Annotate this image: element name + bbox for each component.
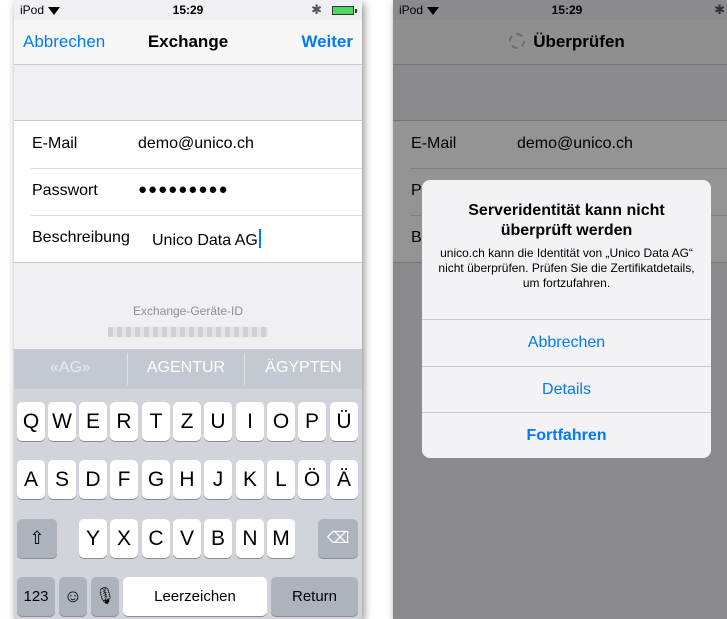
emoji-key[interactable]: ☺ [59,577,87,616]
suggestion-2[interactable]: AGENTUR [128,359,244,377]
key-u[interactable]: U [204,402,232,441]
password-field[interactable]: ●●●●●●●●● [138,181,229,198]
device-id-label: Exchange-Geräte-ID [132,304,244,318]
key-v[interactable]: V [173,519,201,558]
status-bar: iPod 15:29 ✱ [14,0,362,20]
key-z[interactable]: Z [173,402,201,441]
next-button[interactable]: Weiter [301,32,353,52]
phone-screen-verify: iPod 15:29 ✱ Überprüfen E-Mail demo@unic… [393,0,727,619]
key-n[interactable]: N [236,519,264,558]
dictation-key[interactable]: 🎙 [91,577,119,616]
key-d[interactable]: D [79,460,107,499]
key-r[interactable]: R [110,402,138,441]
key-c[interactable]: C [142,519,170,558]
description-label: Beschreibung [32,229,130,246]
bluetooth-icon: ✱ [311,2,322,17]
key-a[interactable]: A [17,460,45,499]
suggestion-3[interactable]: ÄGYPTEN [245,359,362,377]
email-row[interactable]: E-Mail demo@unico.ch [14,121,362,168]
key-i[interactable]: I [236,402,264,441]
key-o[interactable]: O [267,402,295,441]
numbers-key[interactable]: 123 [17,577,55,616]
emoji-icon: ☺ [63,586,83,606]
nav-bar: Abbrechen Exchange Weiter [14,20,362,65]
key-k[interactable]: K [236,460,264,499]
key-ae[interactable]: Ä [330,460,358,499]
password-label: Passwort [32,182,98,199]
key-w[interactable]: W [48,402,76,441]
alert-dialog: Serveridentität kann nicht überprüft wer… [422,180,711,458]
password-row[interactable]: Passwort ●●●●●●●●● [14,168,362,215]
suggestion-1[interactable]: «AG» [14,359,127,377]
backspace-icon: ⌫ [326,530,350,547]
key-q[interactable]: Q [17,402,45,441]
key-ue[interactable]: Ü [330,402,358,441]
key-g[interactable]: G [142,460,170,499]
key-m[interactable]: M [267,519,295,558]
description-field[interactable]: Unico Data AG [152,229,261,250]
key-e[interactable]: E [79,402,107,441]
key-b[interactable]: B [204,519,232,558]
email-label: E-Mail [32,135,78,152]
key-p[interactable]: P [298,402,326,441]
key-f[interactable]: F [110,460,138,499]
key-y[interactable]: Y [79,519,107,558]
key-oe[interactable]: Ö [298,460,326,499]
key-x[interactable]: X [110,519,138,558]
alert-continue-button[interactable]: Fortfahren [422,412,711,458]
space-key[interactable]: Leerzeichen [123,577,267,616]
key-l[interactable]: L [267,460,295,499]
email-field[interactable]: demo@unico.ch [138,135,254,153]
status-time: 15:29 [172,3,204,17]
alert-cancel-button[interactable]: Abbrechen [422,319,711,366]
key-j[interactable]: J [204,460,232,499]
shift-icon: ⇧ [29,528,45,548]
phone-screen-exchange: iPod 15:29 ✱ Abbrechen Exchange Weiter E… [14,0,362,619]
keyboard: «AG» AGENTUR ÄGYPTEN Q W E R T Z U I O P… [14,349,362,619]
key-h[interactable]: H [173,460,201,499]
suggestion-bar: «AG» AGENTUR ÄGYPTEN [14,349,362,389]
description-row[interactable]: Beschreibung Unico Data AG [14,215,362,262]
return-key[interactable]: Return [271,577,358,616]
microphone-icon: 🎙 [94,588,116,605]
key-t[interactable]: T [142,402,170,441]
key-s[interactable]: S [48,460,76,499]
alert-title: Serveridentität kann nicht überprüft wer… [468,202,665,239]
device-id-value-blurred [108,327,268,337]
account-form: E-Mail demo@unico.ch Passwort ●●●●●●●●● … [14,120,362,263]
alert-message: unico.ch kann die Identität von „Unico D… [438,246,695,290]
shift-key[interactable]: ⇧ [17,519,57,558]
alert-details-button[interactable]: Details [422,366,711,413]
battery-icon [332,6,357,15]
backspace-key[interactable]: ⌫ [318,519,358,558]
text-cursor [258,229,261,248]
